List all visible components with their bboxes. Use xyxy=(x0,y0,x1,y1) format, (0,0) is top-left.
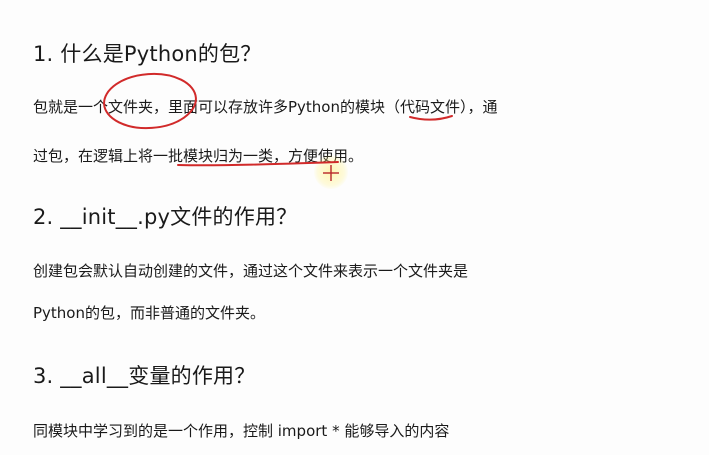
section-1-heading: 1. 什么是Python的包？ xyxy=(33,42,262,66)
section-1-line-2: 过包，在逻辑上将一批模块归为一类，方便使用。 xyxy=(33,147,364,165)
section-2-line-2: Python的包，而非普通的文件夹。 xyxy=(33,304,265,322)
section-1-line-1: 包就是一个文件夹，里面可以存放许多Python的模块（代码文件），通 xyxy=(33,98,498,116)
section-2-line-1: 创建包会默认自动创建的文件，通过这个文件来表示一个文件夹是 xyxy=(33,262,469,280)
section-3-line-1: 同模块中学习到的是一个作用，控制 import * 能够导入的内容 xyxy=(33,422,450,440)
section-2-heading: 2. __init__.py文件的作用？ xyxy=(33,205,298,229)
section-3-heading: 3. __all__变量的作用？ xyxy=(33,364,256,388)
cursor-highlight xyxy=(314,155,348,189)
document-page: 1. 什么是Python的包？ 包就是一个文件夹，里面可以存放许多Python的… xyxy=(0,0,709,455)
